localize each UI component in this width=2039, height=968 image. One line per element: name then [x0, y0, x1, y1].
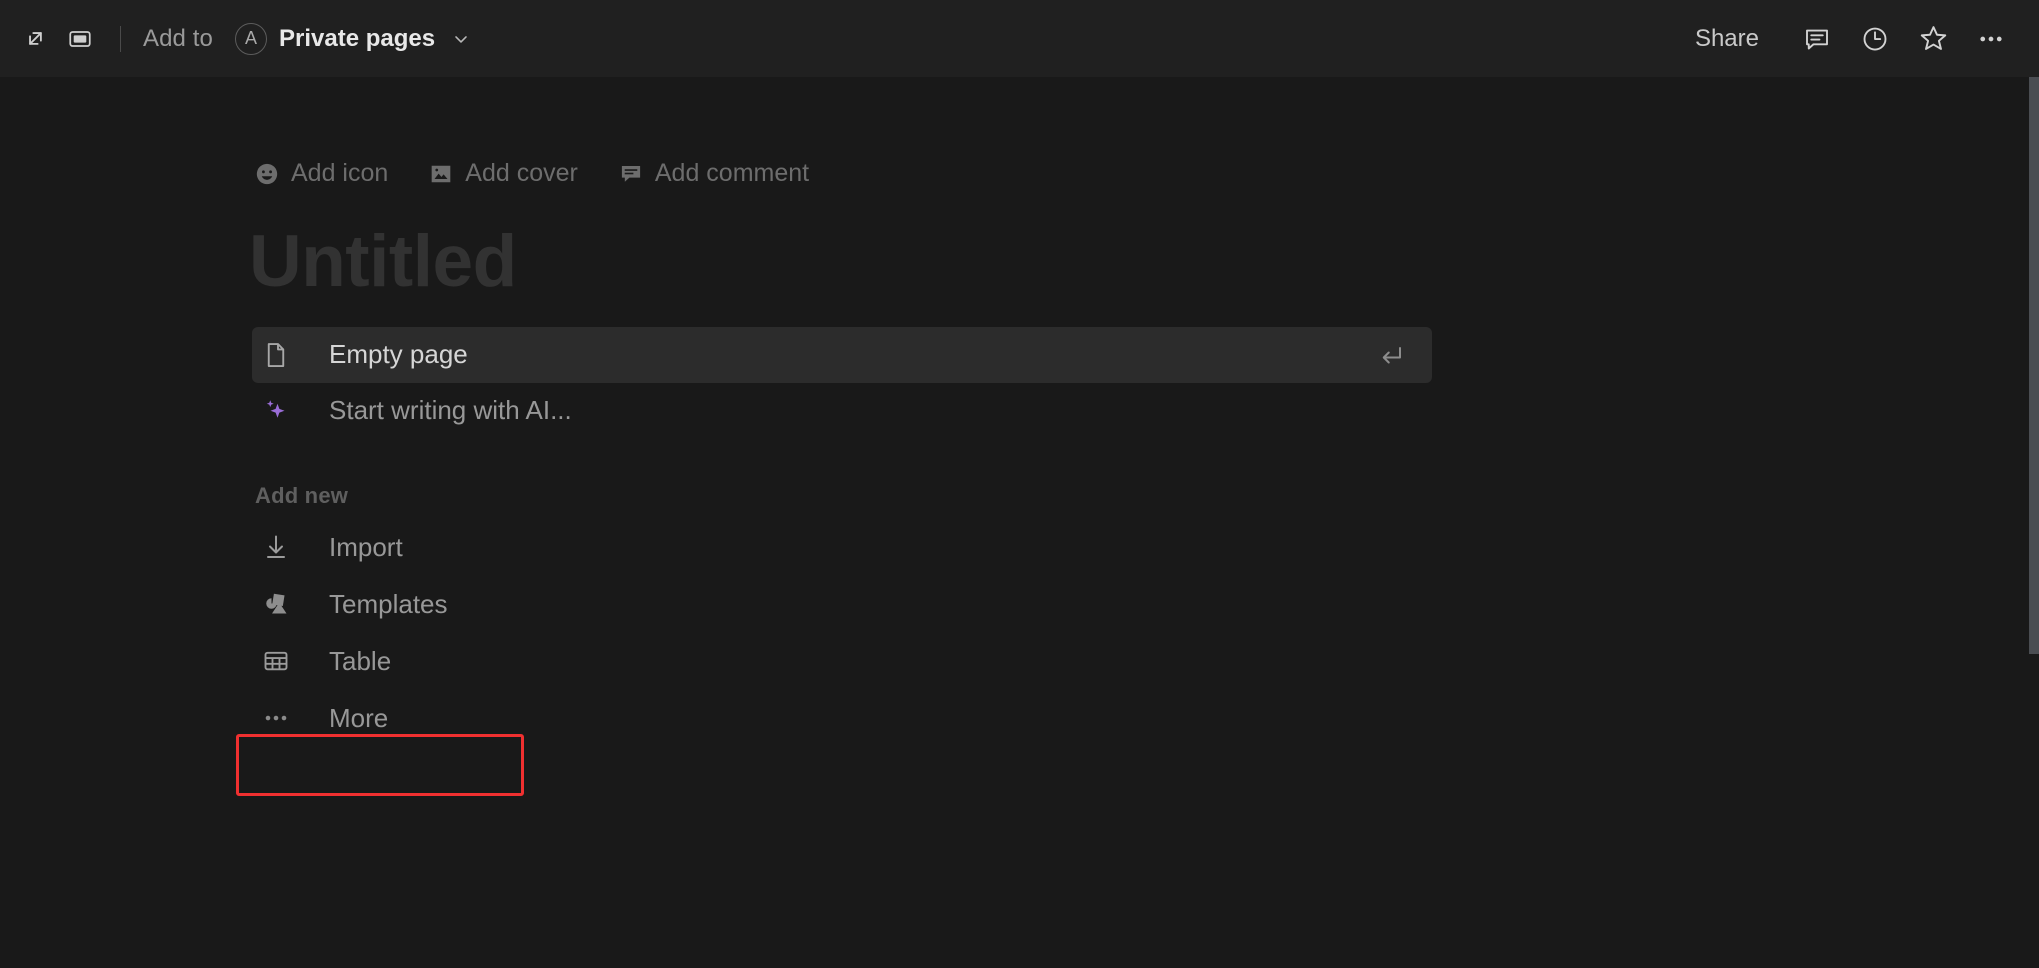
comment-icon: [1802, 24, 1832, 54]
add-cover-label: Add cover: [465, 159, 578, 187]
suggestion-list: Empty page Start writing with AI...: [252, 326, 1772, 439]
add-new-list: Import Templates Table More: [252, 519, 1772, 747]
clock-history-icon: [1860, 24, 1890, 54]
side-peek-icon-button[interactable]: [58, 17, 102, 61]
suggestion-label: Start writing with AI...: [329, 395, 572, 426]
top-bar-right-group: Share: [1683, 15, 2017, 63]
add-to-label: Add to: [143, 24, 213, 52]
add-new-label: Table: [329, 645, 392, 676]
comment-icon: [618, 161, 644, 187]
add-icon-label: Add icon: [291, 159, 389, 187]
more-horizontal-icon: [261, 703, 307, 733]
add-new-section-label: Add new: [255, 482, 349, 508]
top-bar-left-group: Add to A Private pages: [14, 17, 479, 61]
add-new-table[interactable]: Table: [252, 633, 1772, 690]
star-icon-button[interactable]: [1907, 15, 1959, 63]
add-new-label: More: [329, 702, 389, 733]
sparkles-icon: [261, 396, 307, 426]
suggestion-empty-page[interactable]: Empty page: [252, 326, 1432, 383]
breadcrumb-private-pages[interactable]: A Private pages: [229, 18, 479, 60]
page-icon: [261, 340, 307, 370]
page-content: Add icon Add cover Add comment Untitled …: [249, 77, 1772, 747]
expand-arrows-icon: [23, 26, 49, 52]
table-icon: [261, 646, 307, 676]
vertical-scrollbar[interactable]: [2026, 77, 2039, 968]
add-new-label: Templates: [329, 588, 448, 619]
scrollbar-thumb[interactable]: [2029, 77, 2039, 654]
smiley-icon: [254, 161, 280, 187]
breadcrumb-label: Private pages: [279, 24, 436, 52]
add-new-more[interactable]: More: [252, 690, 1772, 747]
add-comment-label: Add comment: [654, 159, 810, 187]
chevron-down-icon: [451, 29, 471, 49]
clock-history-icon-button[interactable]: [1849, 15, 1901, 63]
share-button[interactable]: Share: [1683, 18, 1771, 60]
page-meta-actions: Add icon Add cover Add comment: [248, 155, 1772, 192]
add-comment-button[interactable]: Add comment: [612, 155, 815, 192]
toolbar-divider: [120, 25, 121, 52]
top-bar: Add to A Private pages Share: [0, 0, 2039, 77]
add-new-import[interactable]: Import: [252, 519, 1772, 576]
image-icon: [428, 161, 454, 187]
page-title[interactable]: Untitled: [249, 223, 1772, 301]
suggestion-start-writing-ai[interactable]: Start writing with AI...: [252, 383, 1772, 439]
add-new-templates[interactable]: Templates: [252, 576, 1772, 633]
page-body: Add icon Add cover Add comment Untitled …: [0, 77, 2026, 968]
suggestion-label: Empty page: [329, 339, 468, 370]
more-horizontal-icon: [1976, 24, 2006, 54]
more-horizontal-icon-button[interactable]: [1965, 15, 2017, 63]
side-peek-icon: [67, 26, 93, 52]
enter-key-icon: [1376, 340, 1406, 370]
import-arrow-icon: [261, 532, 307, 562]
star-icon: [1918, 23, 1949, 54]
templates-shapes-icon: [261, 589, 307, 619]
add-cover-button[interactable]: Add cover: [422, 155, 584, 192]
add-new-label: Import: [329, 531, 403, 562]
expand-arrows-icon-button[interactable]: [14, 17, 58, 61]
add-icon-button[interactable]: Add icon: [248, 155, 394, 192]
avatar: A: [235, 22, 267, 55]
comment-icon-button[interactable]: [1791, 15, 1843, 63]
